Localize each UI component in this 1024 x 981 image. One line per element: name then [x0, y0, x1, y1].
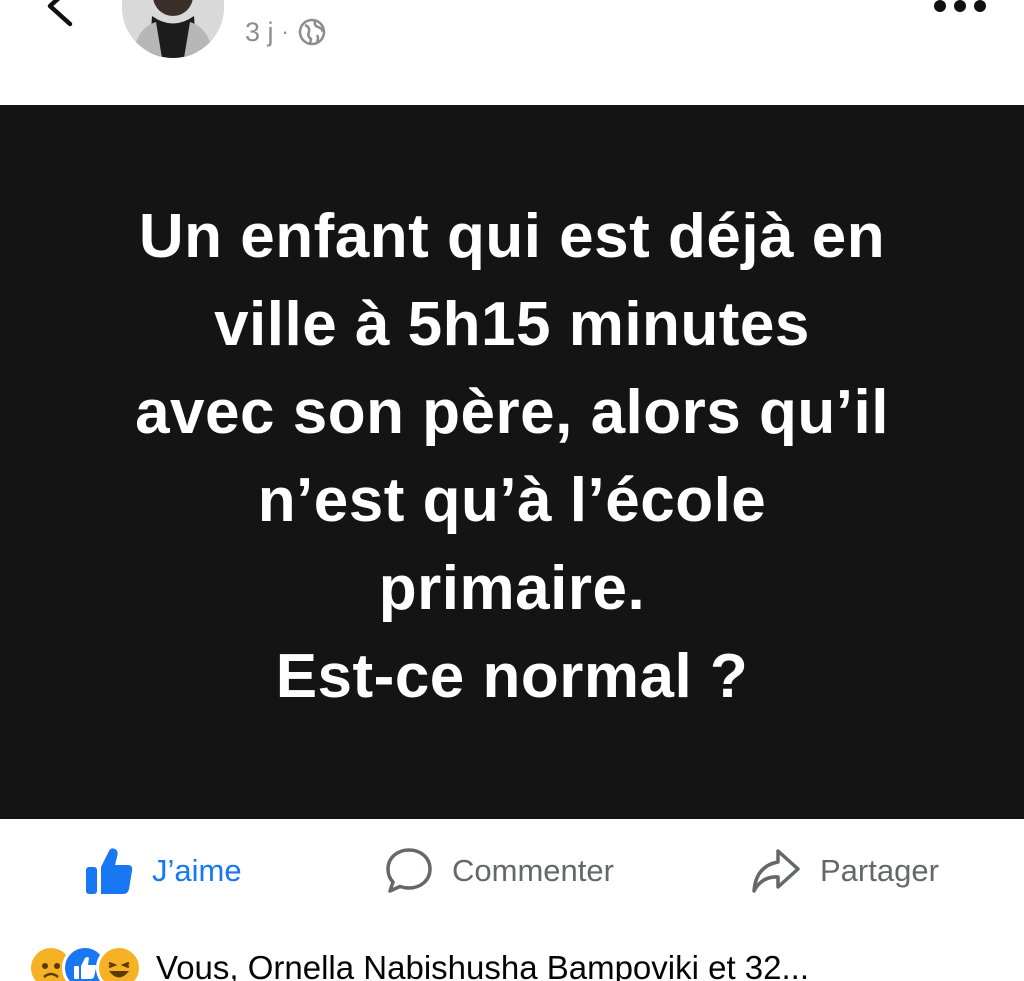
globe-icon: [298, 18, 326, 46]
like-label: J’aime: [152, 853, 242, 888]
post-text-line: n’est qu’à l’école: [257, 466, 767, 535]
avatar[interactable]: [122, 0, 224, 58]
meta-separator: ·: [281, 19, 289, 44]
more-options-button[interactable]: [932, 0, 988, 22]
reactions-text: Vous, Ornella Nabishusha Bampoviki et 32…: [156, 949, 810, 981]
post-image[interactable]: Un enfant qui est déjà en ville à 5h15 m…: [0, 105, 1024, 819]
post-header: 3 j ·: [0, 0, 1024, 105]
share-arrow-icon: [752, 849, 800, 893]
post-text-line: Est-ce normal ?: [275, 642, 749, 711]
reaction-icons: [28, 945, 142, 981]
post-time: 3 j: [245, 16, 274, 47]
post-text: Un enfant qui est déjà en ville à 5h15 m…: [47, 193, 977, 721]
post-text-line: Un enfant qui est déjà en: [138, 202, 886, 271]
comment-bubble-icon: [386, 848, 432, 893]
more-dots-icon: [934, 0, 986, 12]
post-meta: 3 j ·: [245, 14, 327, 50]
like-button[interactable]: J’aime: [84, 843, 242, 899]
post-page: 3 j · Un enfant qui est déjà en ville à …: [0, 0, 1024, 981]
comment-label: Commenter: [452, 853, 614, 888]
post-actions: J’aime Commenter Partager: [0, 819, 1024, 923]
haha-emoji-icon: [96, 945, 142, 981]
thumbs-up-icon: [86, 848, 133, 894]
reactions-summary[interactable]: Vous, Ornella Nabishusha Bampoviki et 32…: [28, 940, 809, 981]
share-label: Partager: [820, 853, 939, 888]
comment-button[interactable]: Commenter: [384, 843, 614, 899]
avatar-photo: [122, 0, 224, 58]
post-text-line: ville à 5h15 minutes: [214, 290, 810, 359]
chevron-left-icon: [47, 0, 73, 27]
back-button[interactable]: [38, 0, 88, 34]
share-button[interactable]: Partager: [750, 843, 939, 899]
post-text-line: primaire.: [378, 554, 646, 623]
post-text-line: avec son père, alors qu’il: [135, 378, 889, 447]
